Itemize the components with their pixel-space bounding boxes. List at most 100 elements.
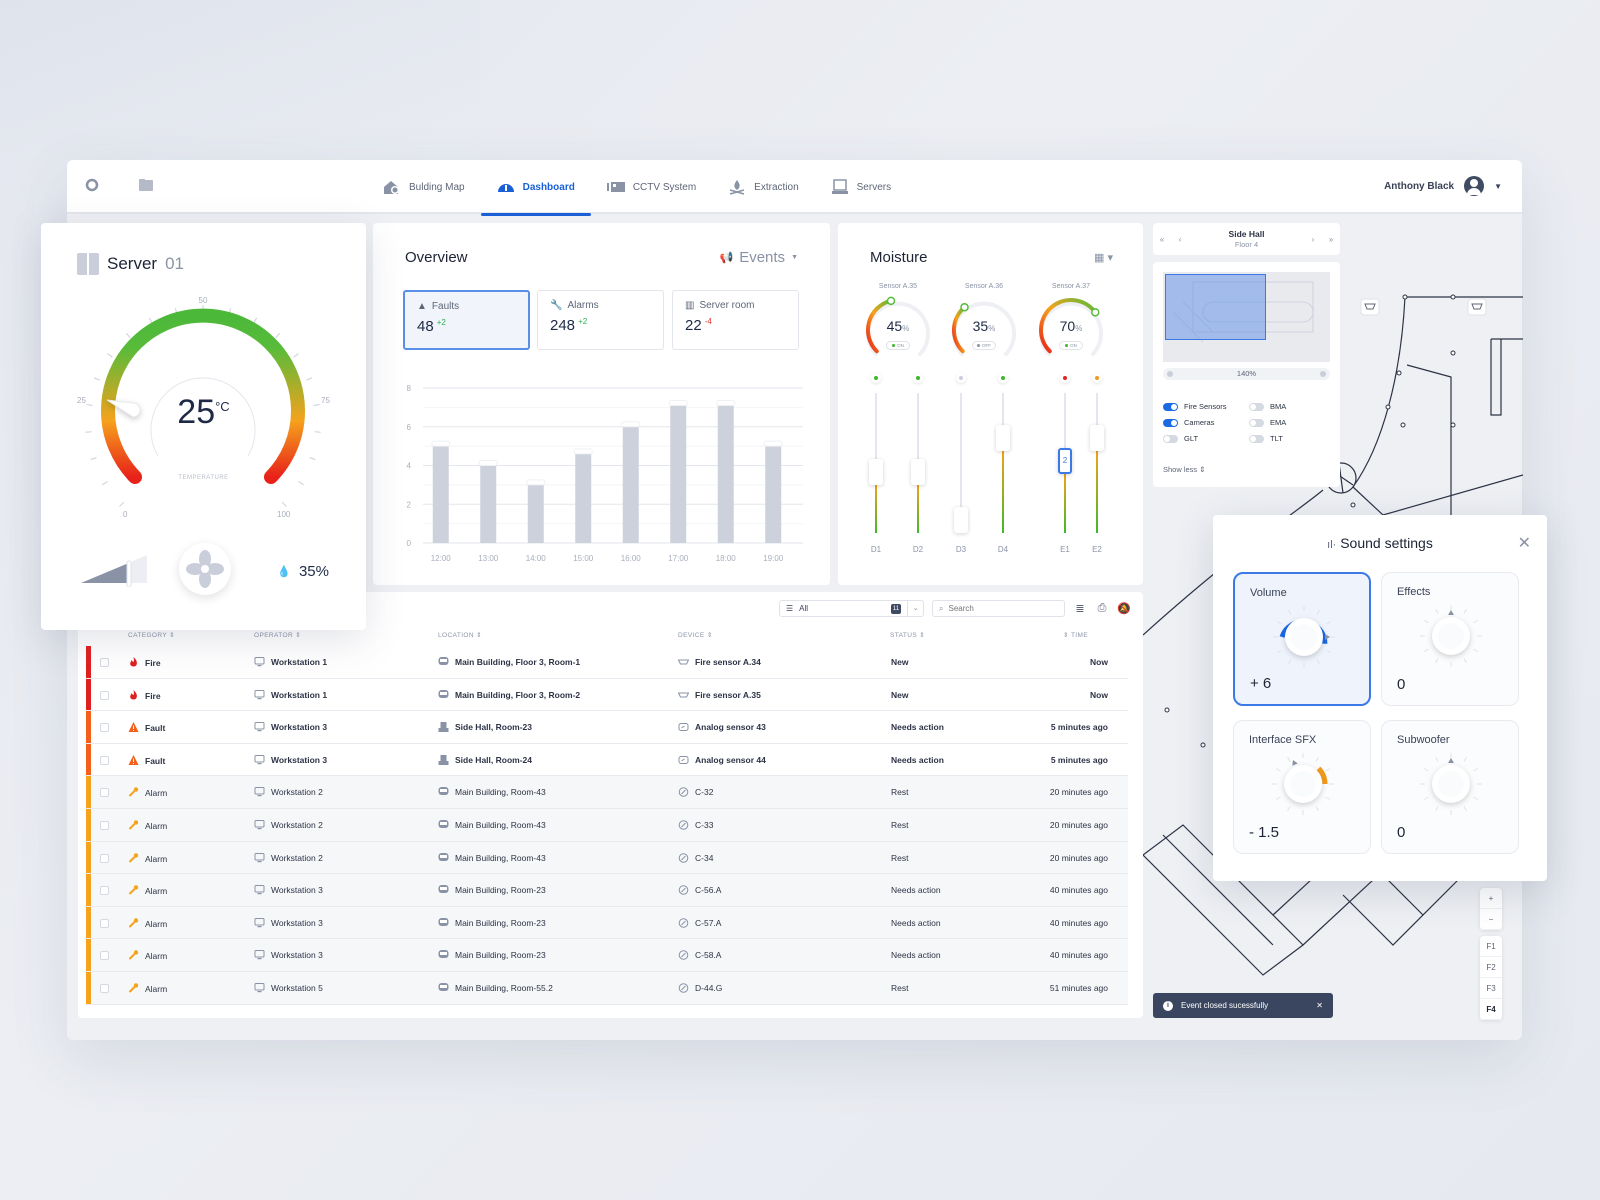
bar[interactable] bbox=[622, 426, 639, 543]
sensor-state-toggle[interactable]: ON bbox=[886, 341, 910, 350]
mute-notifications-icon[interactable]: 🔕 bbox=[1117, 602, 1131, 615]
user-menu[interactable]: Anthony Black ▼ bbox=[1384, 176, 1502, 196]
rotary-knob[interactable] bbox=[1416, 601, 1486, 671]
sensor-state-toggle[interactable]: OFF bbox=[972, 341, 996, 350]
slider-thumb[interactable]: 2 bbox=[1058, 447, 1072, 474]
nav-dashboard[interactable]: Dashboard bbox=[480, 160, 592, 216]
lifebuoy-icon[interactable] bbox=[85, 178, 101, 194]
row-checkbox[interactable] bbox=[100, 723, 109, 733]
moisture-slider[interactable]: D4 bbox=[993, 373, 1013, 558]
slider-thumb[interactable] bbox=[1090, 424, 1104, 451]
layer-toggle[interactable]: EMA bbox=[1249, 418, 1286, 427]
row-checkbox[interactable] bbox=[100, 755, 109, 765]
search-input[interactable] bbox=[948, 604, 1049, 613]
row-checkbox[interactable] bbox=[100, 853, 109, 863]
toggle-switch[interactable] bbox=[1249, 418, 1264, 427]
close-toast-icon[interactable]: ✕ bbox=[1316, 1001, 1323, 1010]
table-row[interactable]: Fault Workstation 3 Side Hall, Room-24 A… bbox=[86, 743, 1128, 777]
category-filter[interactable]: ☰ All 11 ⌄ bbox=[779, 600, 924, 617]
chevron-down-icon[interactable]: ⌄ bbox=[907, 601, 923, 616]
fan-speed-slider[interactable] bbox=[79, 551, 149, 587]
bar[interactable] bbox=[432, 446, 449, 543]
moisture-sensor[interactable]: Sensor A.35 45% ON bbox=[858, 283, 938, 364]
layer-toggle[interactable]: GLT bbox=[1163, 434, 1198, 443]
events-dropdown[interactable]: 📢 Events ▼ bbox=[720, 249, 799, 266]
nav-servers[interactable]: Servers bbox=[815, 160, 907, 214]
list-view-icon[interactable]: ≣ bbox=[1073, 602, 1087, 615]
row-checkbox[interactable] bbox=[100, 690, 109, 700]
toggle-switch[interactable] bbox=[1163, 402, 1178, 411]
header-category[interactable]: CATEGORY ⇕ bbox=[128, 631, 175, 639]
moisture-slider[interactable]: E2 bbox=[1087, 373, 1107, 558]
table-row[interactable]: Alarm Workstation 3 Main Building, Room-… bbox=[86, 906, 1128, 940]
search-field[interactable]: ⌕ bbox=[932, 600, 1065, 617]
fire-sensor-marker[interactable] bbox=[1467, 298, 1487, 316]
layer-toggle[interactable]: Fire Sensors bbox=[1163, 402, 1227, 411]
fire-sensor-marker[interactable] bbox=[1360, 298, 1380, 316]
table-row[interactable]: Fire Workstation 1 Main Building, Floor … bbox=[86, 646, 1128, 679]
table-row[interactable]: Fire Workstation 1 Main Building, Floor … bbox=[86, 678, 1128, 712]
stat-faults[interactable]: ▲ Faults 48 +2 bbox=[403, 290, 530, 350]
bar[interactable] bbox=[575, 453, 592, 543]
minimap[interactable] bbox=[1163, 272, 1330, 362]
sensor-state-toggle[interactable]: ON bbox=[1059, 341, 1083, 350]
nav-building-map[interactable]: Bulding Map bbox=[367, 160, 481, 214]
table-row[interactable]: Fault Workstation 3 Side Hall, Room-23 A… bbox=[86, 711, 1128, 744]
layer-toggle[interactable]: BMA bbox=[1249, 402, 1286, 411]
print-icon[interactable]: ⎙ bbox=[1095, 602, 1109, 615]
table-row[interactable]: Alarm Workstation 2 Main Building, Room-… bbox=[86, 841, 1128, 875]
zoom-out-button[interactable]: − bbox=[1480, 909, 1502, 930]
bar[interactable] bbox=[480, 465, 497, 544]
row-checkbox[interactable] bbox=[100, 820, 109, 830]
moisture-slider[interactable]: D1 bbox=[866, 373, 886, 558]
slider-thumb[interactable] bbox=[954, 507, 968, 533]
rotary-knob[interactable] bbox=[1268, 749, 1338, 819]
table-row[interactable]: Alarm Workstation 5 Main Building, Room-… bbox=[86, 971, 1128, 1005]
knob-volume[interactable]: Volume + 6 bbox=[1233, 572, 1371, 706]
show-less-button[interactable]: Show less ⇕ bbox=[1163, 465, 1206, 474]
building-filter-icon[interactable]: ▦ ▾ bbox=[1094, 251, 1113, 264]
stat-alarms[interactable]: 🔧 Alarms 248 +2 bbox=[537, 290, 664, 350]
header-status[interactable]: STATUS ⇕ bbox=[890, 631, 925, 639]
header-time[interactable]: ⇕ TIME bbox=[1063, 631, 1088, 639]
close-icon[interactable]: ✕ bbox=[1518, 533, 1531, 553]
header-device[interactable]: DEVICE ⇕ bbox=[678, 631, 713, 639]
stat-server-room[interactable]: ▥ Server room 22 -4 bbox=[672, 290, 799, 350]
row-checkbox[interactable] bbox=[100, 918, 109, 928]
moisture-sensor[interactable]: Sensor A.37 70% ON bbox=[1031, 283, 1111, 364]
nav-extraction[interactable]: Extraction bbox=[712, 160, 814, 214]
row-checkbox[interactable] bbox=[100, 951, 109, 961]
fan-button[interactable] bbox=[179, 543, 231, 595]
floor-button[interactable]: F2 bbox=[1480, 957, 1502, 978]
knob-subwoofer[interactable]: Subwoofer 0 bbox=[1381, 720, 1519, 854]
bar[interactable] bbox=[670, 405, 687, 543]
bar[interactable] bbox=[527, 484, 544, 543]
floor-button[interactable]: F3 bbox=[1480, 978, 1502, 999]
layer-toggle[interactable]: Cameras bbox=[1163, 418, 1214, 427]
moisture-slider[interactable]: D2 bbox=[908, 373, 928, 558]
zoom-in-button[interactable]: + bbox=[1480, 888, 1502, 909]
layer-toggle[interactable]: TLT bbox=[1249, 434, 1283, 443]
slider-thumb[interactable] bbox=[869, 459, 883, 486]
knob-effects[interactable]: Effects 0 bbox=[1381, 572, 1519, 706]
table-row[interactable]: Alarm Workstation 2 Main Building, Room-… bbox=[86, 776, 1128, 809]
floor-button[interactable]: F1 bbox=[1480, 936, 1502, 957]
rotary-knob[interactable] bbox=[1269, 602, 1339, 672]
toggle-switch[interactable] bbox=[1249, 434, 1264, 443]
table-row[interactable]: Alarm Workstation 3 Main Building, Room-… bbox=[86, 874, 1128, 907]
moisture-sensor[interactable]: Sensor A.36 35% OFF bbox=[944, 283, 1024, 364]
rotary-knob[interactable] bbox=[1416, 749, 1486, 819]
folder-icon[interactable] bbox=[139, 178, 155, 194]
zoom-level[interactable]: 140% bbox=[1163, 368, 1330, 380]
minimap-viewport[interactable] bbox=[1165, 274, 1266, 340]
bar[interactable] bbox=[765, 446, 782, 543]
toggle-switch[interactable] bbox=[1163, 434, 1178, 443]
row-checkbox[interactable] bbox=[100, 788, 109, 798]
header-location[interactable]: LOCATION ⇕ bbox=[438, 631, 482, 639]
prev-floor-button[interactable]: ‹ bbox=[1171, 235, 1189, 244]
header-operator[interactable]: OPERATOR ⇕ bbox=[254, 631, 301, 639]
slider-thumb[interactable] bbox=[911, 459, 925, 486]
bar[interactable] bbox=[717, 405, 734, 543]
slider-thumb[interactable] bbox=[996, 424, 1010, 451]
toggle-switch[interactable] bbox=[1163, 418, 1178, 427]
